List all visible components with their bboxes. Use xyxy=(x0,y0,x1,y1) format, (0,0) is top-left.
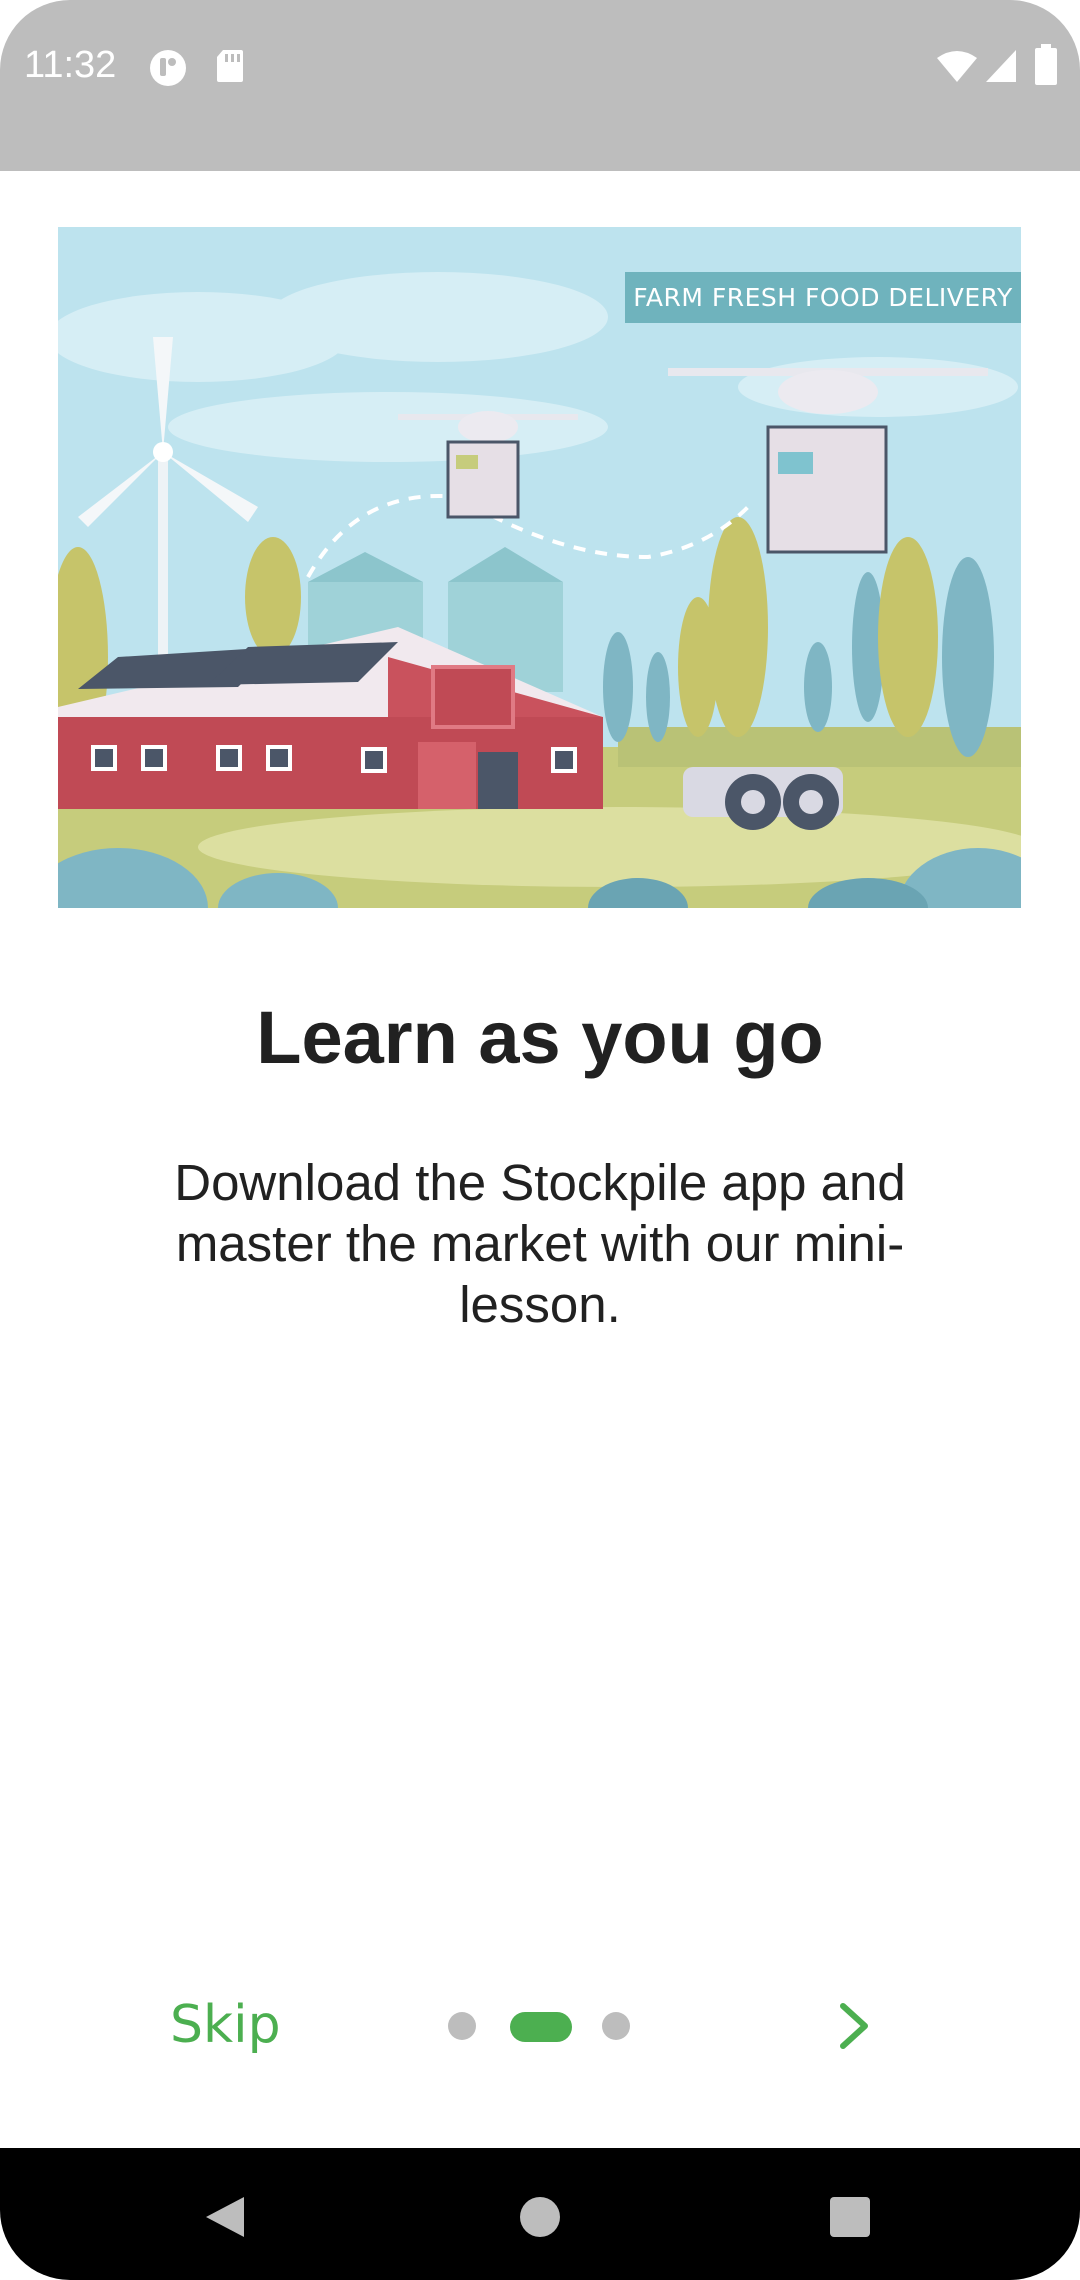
hero-banner: FARM FRESH FOOD DELIVERY xyxy=(625,272,1021,323)
chevron-right-icon xyxy=(840,2003,868,2049)
page-dot-3 xyxy=(602,2012,630,2040)
onboarding-title: Learn as you go xyxy=(256,996,824,1079)
signal-icon xyxy=(984,48,1018,89)
battery-icon xyxy=(1034,44,1058,91)
next-button[interactable] xyxy=(835,2000,875,2052)
theme-icon xyxy=(148,48,188,93)
wifi-icon xyxy=(936,50,978,89)
back-icon[interactable] xyxy=(202,2193,246,2246)
farm-drone-delivery-illustration xyxy=(58,227,1021,908)
recents-icon[interactable] xyxy=(829,2196,871,2243)
onboarding-description: Download the Stockpile app and master th… xyxy=(174,1154,906,1333)
page-dot-2-active xyxy=(510,2012,572,2042)
home-icon[interactable] xyxy=(518,2195,562,2244)
sd-card-icon xyxy=(215,48,245,89)
hero-illustration: FARM FRESH FOOD DELIVERY xyxy=(58,227,1021,908)
status-time: 11:32 xyxy=(24,44,117,86)
status-bar: 11:32 xyxy=(0,0,1080,171)
skip-button[interactable]: Skip xyxy=(170,1995,281,2055)
page-dot-1 xyxy=(448,2012,476,2040)
